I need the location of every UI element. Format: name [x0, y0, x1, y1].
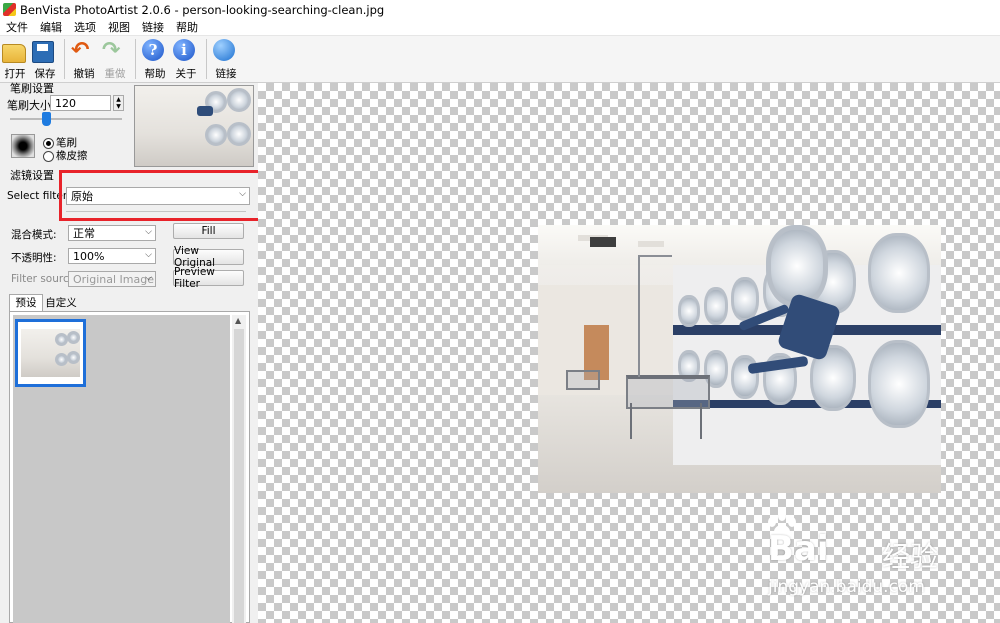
highlight-box [59, 170, 266, 221]
blend-mode-label: 混合模式: [11, 229, 57, 241]
watermark-url: jingyan.baidu.com [768, 577, 925, 597]
link-label: 链接 [215, 68, 237, 80]
app-icon [3, 3, 16, 16]
open-label: 打开 [4, 68, 26, 80]
help-button[interactable]: ? 帮助 [140, 36, 170, 82]
scroll-up-icon[interactable]: ▲ [235, 316, 241, 325]
toolbar-separator [135, 39, 136, 79]
filter-section-title: 滤镜设置 [10, 169, 54, 182]
menu-edit[interactable]: 编辑 [34, 19, 68, 35]
toolbar-separator [206, 39, 207, 79]
save-button[interactable]: 保存 [30, 36, 60, 82]
redo-icon: ↷ [102, 38, 121, 63]
brush-preview-icon [11, 134, 35, 158]
info-icon: i [173, 39, 199, 63]
toolbar: 打开 保存 ↶ 撤销 ↷ 重做 ? 帮助 i 关于 链接 [0, 36, 1000, 83]
blend-mode-select[interactable]: 正常 ⌵ [68, 225, 156, 241]
scroll-thumb[interactable] [234, 329, 244, 623]
brush-size-slider-handle[interactable] [42, 112, 51, 126]
brush-size-label: 笔刷大小: [7, 99, 55, 112]
undo-label: 撤销 [73, 68, 95, 80]
disk-icon [32, 39, 58, 63]
menu-bar: 文件 编辑 选项 视图 链接 帮助 [0, 19, 1000, 36]
open-button[interactable]: 打开 [0, 36, 30, 82]
undo-icon: ↶ [71, 38, 90, 63]
laundromat-photo [538, 225, 941, 493]
link-button[interactable]: 链接 [211, 36, 241, 82]
watermark-brand: Bai [768, 529, 829, 569]
menu-file[interactable]: 文件 [0, 19, 34, 35]
fill-button[interactable]: Fill [173, 223, 244, 239]
brush-thumbnail [134, 85, 254, 167]
help-label: 帮助 [144, 68, 166, 80]
menu-options[interactable]: 选项 [68, 19, 102, 35]
image-canvas[interactable]: Bai 经验 jingyan.baidu.com [258, 83, 1000, 623]
preset-thumbnail-image [21, 329, 80, 377]
tab-custom[interactable]: 自定义 [43, 296, 79, 311]
menu-help[interactable]: 帮助 [170, 19, 204, 35]
chevron-down-icon: ⌵ [145, 227, 152, 237]
about-label: 关于 [175, 68, 197, 80]
divider [66, 211, 246, 212]
brush-size-input[interactable]: 120 [50, 95, 111, 111]
radio-off-icon [43, 150, 54, 162]
toolbar-separator [64, 39, 65, 79]
redo-label: 重做 [104, 68, 126, 80]
tab-presets[interactable]: 预设 [9, 294, 43, 312]
preview-filter-button[interactable]: Preview Filter [173, 266, 244, 290]
opacity-label: 不透明性: [11, 252, 57, 264]
radio-on-icon [43, 137, 54, 149]
brush-section-title: 笔刷设置 [10, 82, 54, 95]
brush-size-slider-track [10, 118, 122, 120]
redo-button[interactable]: ↷ 重做 [99, 36, 131, 82]
preset-thumbnail-selected[interactable] [15, 319, 86, 387]
filter-source-select[interactable]: Original Image ⌵ [68, 271, 156, 287]
about-button[interactable]: i 关于 [170, 36, 202, 82]
save-label: 保存 [34, 68, 56, 80]
chevron-down-icon: ⌵ [145, 273, 152, 283]
eraser-mode-radio[interactable]: 橡皮擦 [43, 148, 88, 163]
view-original-button[interactable]: View Original [173, 245, 244, 269]
menu-link[interactable]: 链接 [136, 19, 170, 35]
help-icon: ? [142, 39, 168, 63]
undo-button[interactable]: ↶ 撤销 [69, 36, 99, 82]
globe-icon [213, 39, 239, 63]
folder-icon [2, 39, 28, 63]
chevron-down-icon: ⌵ [145, 250, 152, 260]
brush-size-spinner[interactable]: ▲ ▼ [113, 95, 124, 111]
left-panel: 笔刷设置 笔刷大小: 120 ▲ ▼ 笔刷 橡皮擦 滤镜设置 Select fil… [0, 82, 266, 623]
window-title: BenVista PhotoArtist 2.0.6 - person-look… [20, 2, 385, 17]
watermark-brand2: 经验 [882, 540, 939, 573]
title-bar: BenVista PhotoArtist 2.0.6 - person-look… [0, 0, 1000, 19]
menu-view[interactable]: 视图 [102, 19, 136, 35]
opacity-select[interactable]: 100% ⌵ [68, 248, 156, 264]
